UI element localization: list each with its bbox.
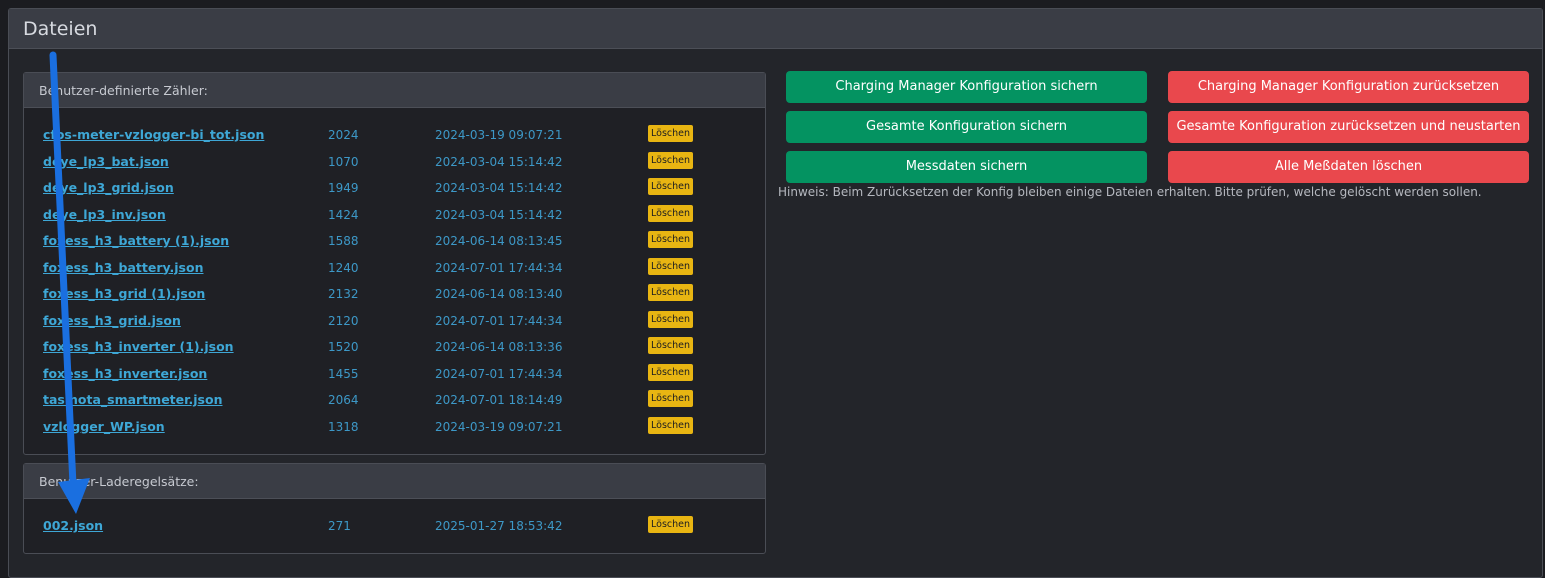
file-size: 1318 [328,419,359,434]
file-size: 1949 [328,181,359,195]
reset-all-config-button[interactable]: Gesamte Konfiguration zurücksetzen und n… [1168,111,1529,143]
file-link[interactable]: deye_lp3_grid.json [43,180,174,195]
counter-file-row: vzlogger_WP.json 1318 2024-03-19 09:07:21 L… [24,414,765,440]
file-size: 1455 [328,366,359,381]
file-size: 1240 [328,260,359,275]
counter-file-row: deye_lp3_inv.json 1424 2024-03-04 15:14:42… [24,202,765,228]
counter-file-row: foxess_h3_battery (1).json 1588 2024-06-14… [24,228,765,254]
delete-file-button[interactable]: Löschen [648,416,693,434]
file-link[interactable]: 002.json [43,518,103,533]
delete-file-button[interactable]: Löschen [648,151,693,169]
file-link[interactable]: deye_lp3_inv.json [43,207,166,222]
backup-measurements-button[interactable]: Messdaten sichern [786,151,1147,183]
reset-cm-config-button[interactable]: Charging Manager Konfiguration zurückset… [1168,71,1529,103]
counter-file-row: deye_lp3_grid.json 1949 2024-03-04 15:14:4… [24,175,765,201]
files-card-header: Dateien [9,9,1542,49]
delete-file-button[interactable]: Löschen [648,390,693,407]
reset-hint: Hinweis: Beim Zurücksetzen der Konfig bl… [778,185,1482,199]
file-link[interactable]: tasmota_smartmeter.json [43,392,222,407]
file-date: 2025-01-27 18:53:42 [435,519,563,533]
file-date: 2024-03-04 15:14:42 [435,154,563,169]
file-link[interactable]: vzlogger_WP.json [43,419,165,434]
file-date: 2024-07-01 18:14:49 [435,393,563,407]
file-size: 271 [328,519,351,533]
counter-file-row: foxess_h3_battery.json 1240 2024-07-01 17:… [24,255,765,281]
page-title: Dateien [23,18,98,40]
delete-file-button[interactable]: Löschen [648,231,693,248]
delete-file-button[interactable]: Löschen [648,178,693,195]
charging-rules-panel: Benutzer-Laderegelsätze: 002.json 271 2025… [23,463,766,554]
file-date: 2024-06-14 08:13:36 [435,340,563,354]
file-date: 2024-07-01 17:44:34 [435,366,563,381]
file-link[interactable]: foxess_h3_battery (1).json [43,233,229,248]
file-size: 2024 [328,128,359,142]
file-size: 1070 [328,154,359,169]
counter-file-row: foxess_h3_inverter (1).json 1520 2024-06-1… [24,334,765,360]
file-size: 1520 [328,340,359,354]
charging-rules-panel-title: Benutzer-Laderegelsätze: [24,464,765,499]
counter-file-row: tasmota_smartmeter.json 2064 2024-07-01 18… [24,387,765,413]
counters-panel-title: Benutzer-definierte Zähler: [24,73,765,108]
file-link[interactable]: foxess_h3_grid (1).json [43,286,205,301]
counter-file-row: foxess_h3_grid (1).json 2132 2024-06-14 08… [24,281,765,307]
delete-file-button[interactable]: Löschen [648,257,693,275]
backup-all-config-button[interactable]: Gesamte Konfiguration sichern [786,111,1147,143]
file-size: 2120 [328,313,359,328]
file-date: 2024-03-04 15:14:42 [435,181,563,195]
counter-file-row: foxess_h3_grid.json 2120 2024-07-01 17:44:… [24,308,765,334]
file-link[interactable]: foxess_h3_inverter.json [43,366,207,381]
counter-file-row: cfos-meter-vzlogger-bi_tot.json 2024 2024-… [24,122,765,148]
delete-file-button[interactable]: Löschen [648,516,693,533]
delete-file-button[interactable]: Löschen [648,204,693,222]
file-date: 2024-06-14 08:13:40 [435,287,563,301]
delete-file-button[interactable]: Löschen [648,337,693,354]
counters-panel: Benutzer-definierte Zähler: cfos-meter-v… [23,72,766,455]
backup-cm-config-button[interactable]: Charging Manager Konfiguration sichern [786,71,1147,103]
delete-file-button[interactable]: Löschen [648,284,693,301]
file-size: 1588 [328,234,359,248]
file-link[interactable]: foxess_h3_inverter (1).json [43,339,234,354]
file-date: 2024-03-04 15:14:42 [435,207,563,222]
file-date: 2024-03-19 09:07:21 [435,419,563,434]
counter-file-row: foxess_h3_inverter.json 1455 2024-07-01 17… [24,361,765,387]
delete-file-button[interactable]: Löschen [648,363,693,381]
delete-measurements-button[interactable]: Alle Meßdaten löschen [1168,151,1529,183]
delete-file-button[interactable]: Löschen [648,125,693,142]
delete-file-button[interactable]: Löschen [648,310,693,328]
file-date: 2024-07-01 17:44:34 [435,260,563,275]
file-link[interactable]: deye_lp3_bat.json [43,154,169,169]
rule-file-row: 002.json 271 2025-01-27 18:53:42 Löschen [24,513,765,539]
file-date: 2024-03-19 09:07:21 [435,128,563,142]
file-size: 2132 [328,287,359,301]
file-date: 2024-07-01 17:44:34 [435,313,563,328]
file-size: 1424 [328,207,359,222]
file-link[interactable]: cfos-meter-vzlogger-bi_tot.json [43,127,264,142]
file-date: 2024-06-14 08:13:45 [435,234,563,248]
file-link[interactable]: foxess_h3_grid.json [43,313,181,328]
file-size: 2064 [328,393,359,407]
file-link[interactable]: foxess_h3_battery.json [43,260,203,275]
counter-file-row: deye_lp3_bat.json 1070 2024-03-04 15:14:42… [24,149,765,175]
